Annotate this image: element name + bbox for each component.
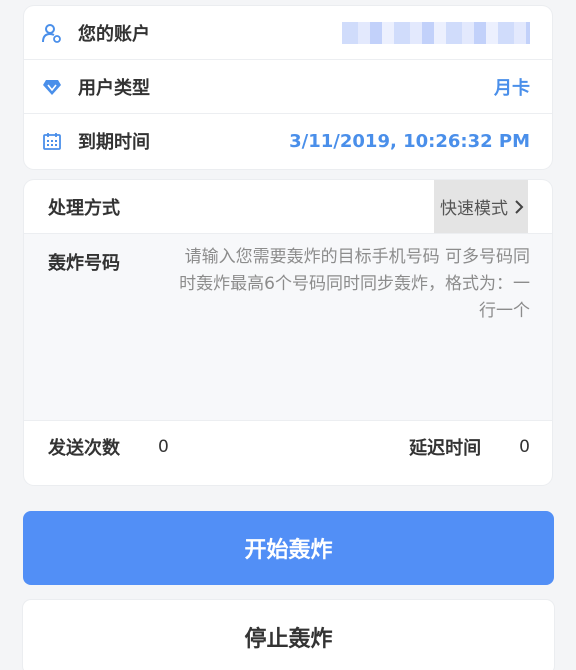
numbers-input[interactable] bbox=[174, 244, 530, 404]
mode-label: 处理方式 bbox=[48, 197, 120, 219]
account-label: 您的账户 bbox=[78, 23, 150, 45]
send-count-input[interactable]: 0 bbox=[158, 437, 169, 457]
numbers-row: 轰炸号码 bbox=[24, 234, 552, 421]
account-row: 您的账户 bbox=[24, 6, 552, 60]
user-type-value: 月卡 bbox=[494, 77, 530, 99]
delay-label: 延迟时间 bbox=[409, 438, 482, 459]
numbers-label: 轰炸号码 bbox=[48, 253, 120, 274]
expiry-value: 3/11/2019, 10:26:32 PM bbox=[289, 130, 530, 152]
start-button[interactable]: 开始轰炸 bbox=[23, 511, 554, 585]
user-type-row: 用户类型 月卡 bbox=[24, 60, 552, 114]
page: 您的账户 用户类型 月卡 到期时间 3/11/2019, 10:26:32 PM… bbox=[0, 0, 576, 670]
expiry-label: 到期时间 bbox=[78, 132, 150, 153]
mode-select[interactable]: 快速模式 bbox=[434, 180, 528, 233]
mode-value: 快速模式 bbox=[440, 199, 508, 219]
masked-username bbox=[342, 21, 530, 44]
user-type-label: 用户类型 bbox=[78, 77, 150, 99]
expiry-row: 到期时间 3/11/2019, 10:26:32 PM bbox=[24, 114, 552, 168]
calendar-icon bbox=[42, 131, 62, 151]
counts-row: 发送次数 0 延迟时间 0 bbox=[24, 421, 552, 473]
chevron-right-icon bbox=[514, 199, 524, 215]
diamond-icon bbox=[42, 77, 62, 97]
bomb-form-card: 处理方式 快速模式 轰炸号码 发送次数 0 延迟时间 0 bbox=[24, 180, 552, 485]
user-icon bbox=[42, 23, 62, 43]
send-count-label: 发送次数 bbox=[48, 438, 120, 459]
stop-button[interactable]: 停止轰炸 bbox=[23, 600, 554, 670]
mode-row: 处理方式 快速模式 bbox=[24, 180, 552, 234]
delay-input[interactable]: 0 bbox=[519, 437, 530, 457]
account-card: 您的账户 用户类型 月卡 到期时间 3/11/2019, 10:26:32 PM bbox=[24, 6, 552, 169]
